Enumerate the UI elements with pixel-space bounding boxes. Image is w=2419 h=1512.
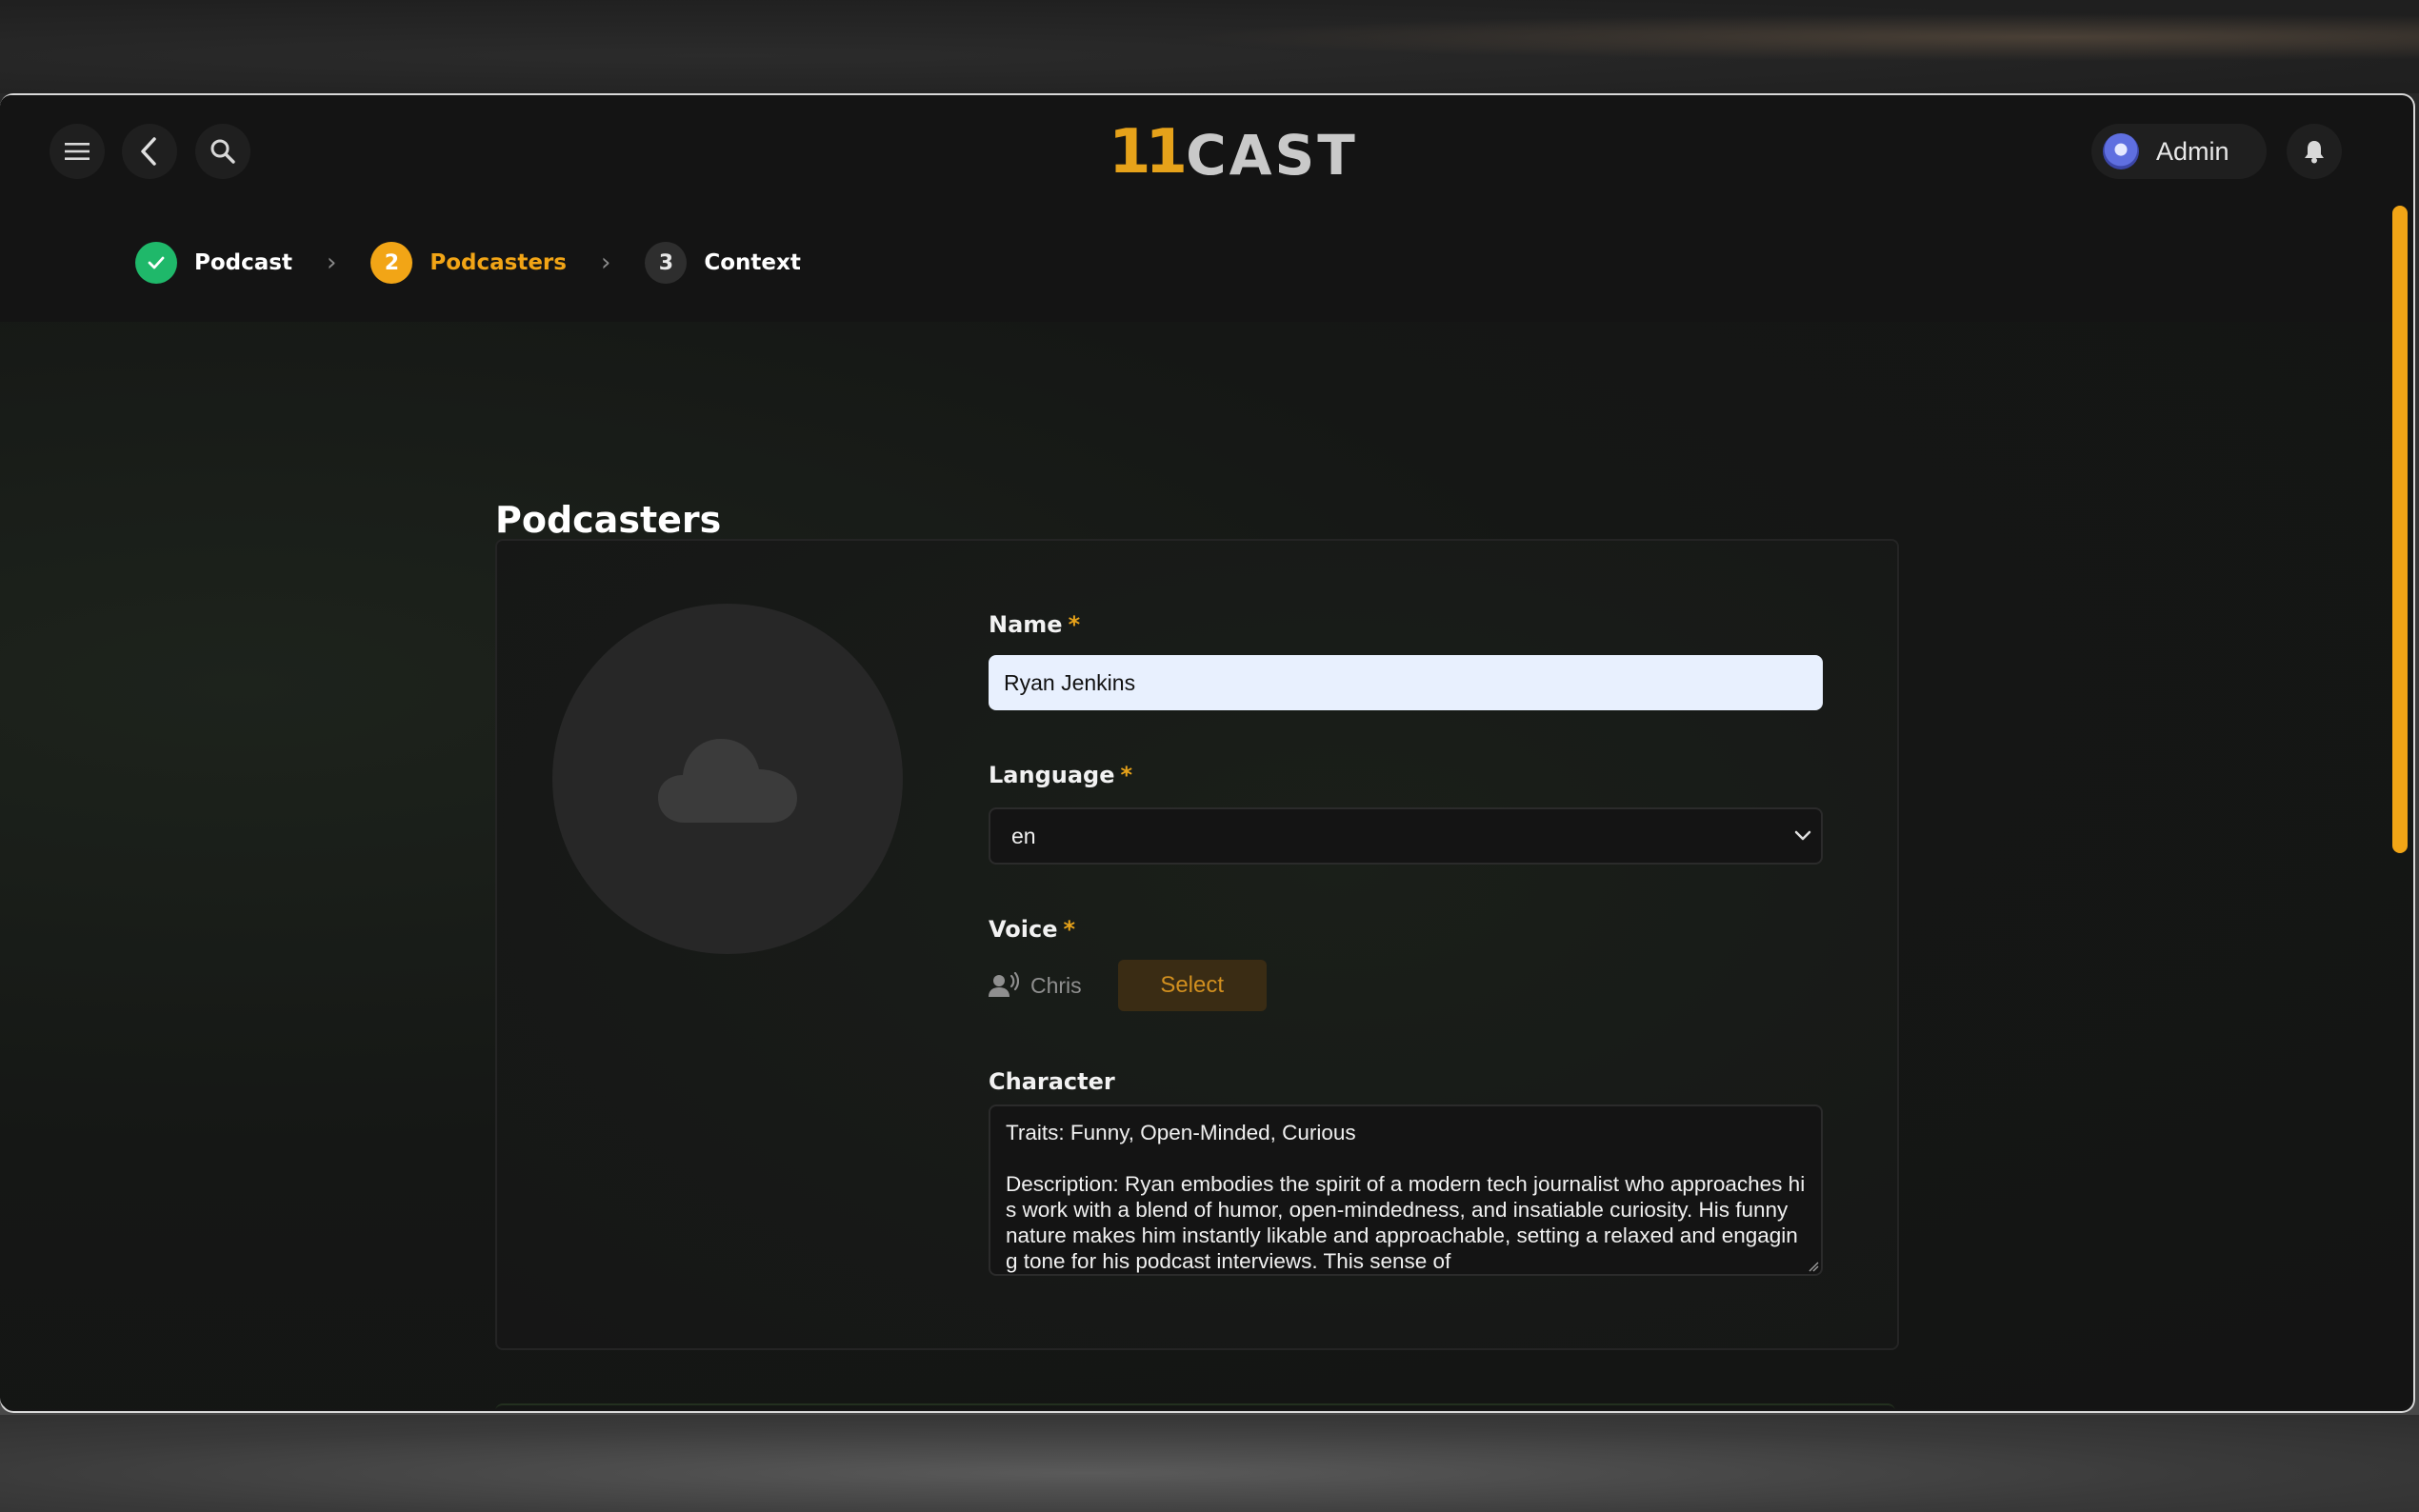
- voice-picker: Chris Select: [989, 960, 1267, 1011]
- character-label: Character: [989, 1068, 1115, 1095]
- page-title: Podcasters: [495, 499, 722, 541]
- back-button[interactable]: [122, 124, 177, 179]
- menu-button[interactable]: [50, 124, 105, 179]
- voice-name: Chris: [1030, 972, 1082, 998]
- avatar: [2103, 133, 2139, 169]
- character-textarea[interactable]: Traits: Funny, Open-Minded, Curious Desc…: [989, 1104, 1823, 1276]
- scrollbar[interactable]: [2392, 206, 2408, 853]
- chevron-right-icon: ›: [600, 249, 611, 277]
- search-button[interactable]: [195, 124, 250, 179]
- user-name: Admin: [2156, 136, 2229, 166]
- resize-handle-icon[interactable]: [1808, 1261, 1819, 1272]
- voice-label: Voice *: [989, 916, 1076, 943]
- app-content: 11 CAST Admin Podcast › 2 Podcasters › 3…: [0, 95, 2411, 1409]
- notifications-button[interactable]: [2287, 124, 2342, 179]
- name-label: Name *: [989, 611, 1081, 638]
- step-3-number: 3: [645, 242, 688, 284]
- logo-number: 11: [1109, 117, 1188, 188]
- step-3-label[interactable]: Context: [704, 250, 800, 275]
- search-icon: [210, 139, 235, 164]
- bell-icon: [2305, 141, 2324, 164]
- wizard-stepper: Podcast › 2 Podcasters › 3 Context: [135, 242, 801, 284]
- user-menu[interactable]: Admin: [2091, 124, 2267, 179]
- desktop-background-bottom: [0, 1415, 2419, 1512]
- next-podcaster-card: [495, 1403, 1895, 1409]
- podcaster-card: Name* Language* en Voice*: [495, 539, 1899, 1350]
- chevron-right-icon: ›: [326, 249, 337, 277]
- step-1-label[interactable]: Podcast: [194, 250, 292, 275]
- avatar-upload[interactable]: [552, 604, 903, 954]
- language-select-value: en: [1011, 823, 1036, 848]
- step-1-check-icon: [135, 242, 177, 284]
- app-logo[interactable]: 11 CAST: [1109, 120, 1358, 183]
- app-window: 11 CAST Admin Podcast › 2 Podcasters › 3…: [0, 93, 2415, 1413]
- desktop-background-top: [0, 0, 2419, 93]
- select-voice-button[interactable]: Select: [1117, 960, 1267, 1011]
- step-2-label[interactable]: Podcasters: [430, 250, 567, 275]
- language-select[interactable]: en: [989, 807, 1823, 865]
- logo-word: CAST: [1186, 123, 1358, 188]
- chevron-down-icon: [1794, 830, 1811, 841]
- hamburger-menu-icon: [65, 143, 90, 160]
- name-input[interactable]: [989, 655, 1823, 710]
- chevron-left-icon: [141, 137, 156, 166]
- top-navigation: 11 CAST Admin Podcast › 2 Podcasters › 3…: [0, 95, 2411, 322]
- step-2-number: 2: [370, 242, 413, 284]
- language-label: Language *: [989, 762, 1133, 788]
- cloud-upload-icon: [658, 739, 797, 823]
- voice-speaker-icon: [989, 972, 1019, 997]
